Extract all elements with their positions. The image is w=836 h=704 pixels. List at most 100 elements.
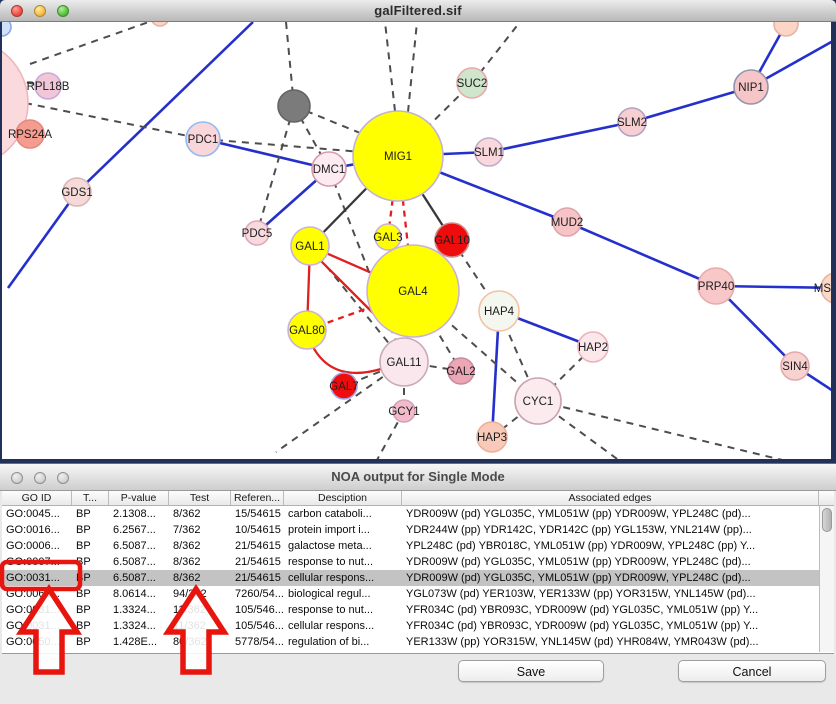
cell-p_value: 6.5087... [109,554,169,570]
cell-type: BP [72,554,109,570]
cell-edges: YFR034C (pd) YBR093C, YDR009W (pd) YGL03… [402,602,819,618]
node-label-SLM1: SLM1 [474,147,504,159]
table-row[interactable]: GO:0031...BP1.3324...11/362105/546...cel… [2,618,819,634]
node-label-GAL7: GAL7 [329,381,358,393]
cell-description: biological regul... [284,586,402,602]
table-header-row: GO IDT...P-valueTestReferen...Desciption… [2,491,834,506]
node-label-RPL18B: RPL18B [27,81,70,93]
noa-window: NOA output for Single Mode GO IDT...P-va… [0,463,836,704]
cell-p_value: 2.1308... [109,506,169,522]
vertical-scrollbar[interactable] [819,506,834,652]
cell-description: cellular respons... [284,618,402,634]
column-header-test[interactable]: Test [169,491,231,505]
cell-reference: 105/546... [231,618,284,634]
cell-go_id: GO:0045... [2,506,72,522]
cell-edges: YDR244W (pp) YDR142C, YDR142C (pp) YGL15… [402,522,819,538]
node-label-CYC1: CYC1 [523,396,554,408]
edge-dash[interactable] [538,401,831,459]
node-label-SLM2: SLM2 [617,117,647,129]
column-header-desciption[interactable]: Desciption [284,491,402,505]
cell-reference: 5778/54... [231,634,284,650]
column-header-p-value[interactable]: P-value [109,491,169,505]
edge-dash[interactable] [30,22,160,64]
edge-blue[interactable] [489,122,632,152]
column-header-filler [819,491,834,505]
cell-p_value: 1.428E... [109,634,169,650]
cell-description: cellular respons... [284,570,402,586]
cell-reference: 21/54615 [231,554,284,570]
cell-go_id: GO:0031... [2,570,72,586]
cell-description: regulation of bi... [284,634,402,650]
node-label-SUC2: SUC2 [457,78,488,90]
table-body: GO:0045...BP2.1308...8/36215/54615carbon… [2,506,819,650]
table-row[interactable]: GO:0031...BP1.3324...11/362105/546...res… [2,602,819,618]
table-row-selected[interactable]: GO:0031...BP6.5087...8/36221/54615cellul… [2,570,819,586]
cell-test: 8/362 [169,506,231,522]
cell-reference: 105/546... [231,602,284,618]
edge-blue[interactable] [77,22,253,192]
node-label-GAL4: GAL4 [398,286,428,298]
edge-dash[interactable] [385,22,395,111]
edge-blue[interactable] [8,192,77,288]
network-canvas[interactable]: RPL18BRPS24AGDS1PDC1PDC5DMC1MIG1SUC2SLM1… [2,22,831,459]
node-label-HAP4: HAP4 [484,306,515,318]
noa-window-titlebar[interactable]: NOA output for Single Mode [0,464,836,491]
table-row[interactable]: GO:0045...BP2.1308...8/36215/54615carbon… [2,506,819,522]
save-button[interactable]: Save [458,660,604,682]
edge-blue[interactable] [632,87,751,122]
cell-edges: YDR009W (pd) YGL035C, YML051W (pp) YDR00… [402,506,819,522]
edge-blue[interactable] [567,222,716,286]
edge-dash[interactable] [257,106,294,233]
column-header-referen[interactable]: Referen... [231,491,284,505]
cell-description: carbon cataboli... [284,506,402,522]
table-row[interactable]: GO:0050...BP1.428E...80/3625778/54...reg… [2,634,819,650]
cell-test: 7/362 [169,522,231,538]
table-row[interactable]: GO:0065...BP8.0614...94/3627260/54...bio… [2,586,819,602]
node-label-GAL3: GAL3 [373,232,402,244]
node-gray-node[interactable] [278,90,310,122]
node-label-PDC1: PDC1 [188,134,219,146]
edge-dash[interactable] [408,22,417,112]
cell-type: BP [72,634,109,650]
table-row[interactable]: GO:0006...BP6.5087...8/36221/54615galact… [2,538,819,554]
node-label-GCY1: GCY1 [388,406,419,418]
noa-results-table: GO IDT...P-valueTestReferen...Desciption… [2,491,834,654]
edge-blue[interactable] [203,139,329,169]
node-label-SIN4: SIN4 [782,361,808,373]
cancel-button[interactable]: Cancel [678,660,826,682]
node-tiny-topleft-node[interactable] [2,22,11,36]
node-label-GAL2: GAL2 [446,366,475,378]
node-big-left-node[interactable] [2,39,28,167]
scrollbar-thumb[interactable] [822,508,832,532]
cell-p_value: 8.0614... [109,586,169,602]
node-top-right-node[interactable] [774,22,798,36]
cell-edges: YDR009W (pd) YGL035C, YML051W (pp) YDR00… [402,554,819,570]
network-graph[interactable]: RPL18BRPS24AGDS1PDC1PDC5DMC1MIG1SUC2SLM1… [2,22,831,459]
cell-edges: YFR034C (pd) YBR093C, YDR009W (pd) YGL03… [402,618,819,634]
cell-description: protein import i... [284,522,402,538]
node-label-HAP2: HAP2 [578,342,608,354]
noa-window-title: NOA output for Single Mode [0,469,836,484]
cell-type: BP [72,618,109,634]
cell-reference: 10/54615 [231,522,284,538]
column-header-associated-edges[interactable]: Associated edges [402,491,819,505]
node-label-GDS1: GDS1 [61,187,92,199]
node-top-sliver-node[interactable] [151,22,169,26]
column-header-go-id[interactable]: GO ID [2,491,72,505]
network-window-titlebar[interactable]: galFiltered.sif [0,0,836,22]
column-header-t[interactable]: T... [72,491,109,505]
cell-p_value: 6.2567... [109,522,169,538]
node-label-MIG1: MIG1 [384,151,412,163]
cell-reference: 21/54615 [231,538,284,554]
node-label-GAL80: GAL80 [289,325,325,337]
node-label-DMC1: DMC1 [313,164,346,176]
cell-test: 8/362 [169,554,231,570]
table-row[interactable]: GO:0007...BP6.5087...8/36221/54615respon… [2,554,819,570]
edge-red-curved[interactable] [313,347,381,373]
table-row[interactable]: GO:0016...BP6.2567...7/36210/54615protei… [2,522,819,538]
cell-test: 11/362 [169,602,231,618]
cell-edges: YDR009W (pd) YGL035C, YML051W (pp) YDR00… [402,570,819,586]
cell-edges: YER133W (pp) YOR315W, YNL145W (pd) YHR08… [402,634,819,650]
node-label-RPS24A: RPS24A [8,129,52,141]
cell-description: response to nut... [284,602,402,618]
